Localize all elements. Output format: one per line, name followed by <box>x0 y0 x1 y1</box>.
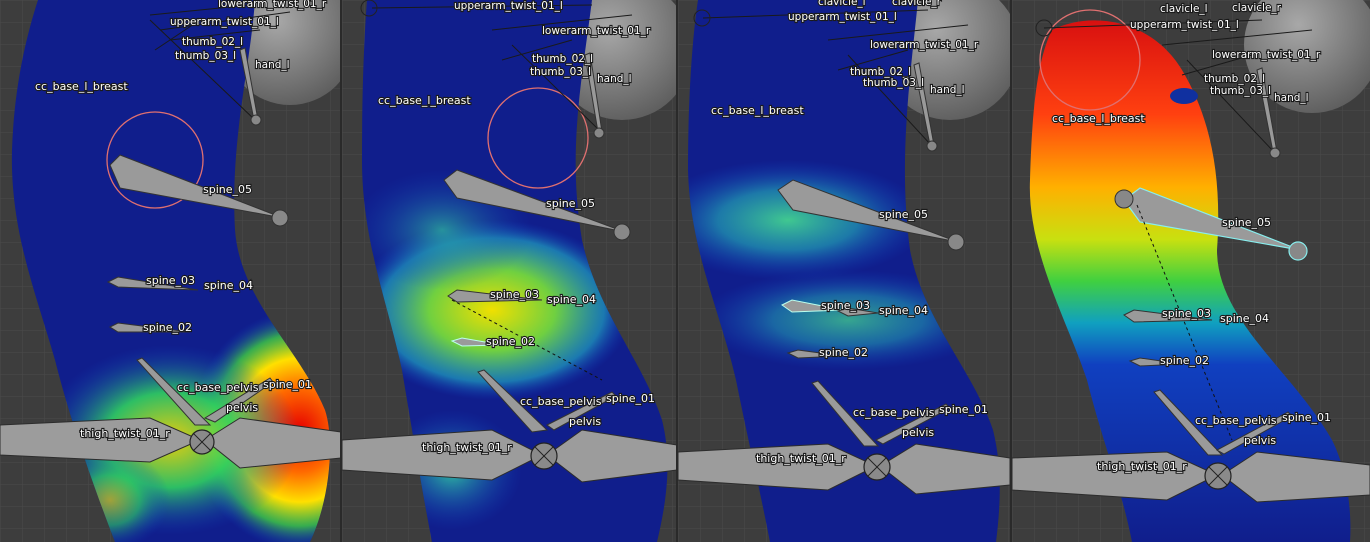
label-spine-05: spine_05 <box>879 208 928 221</box>
label-spine-03: spine_03 <box>1162 307 1211 320</box>
label-spine-05: spine_05 <box>203 183 252 196</box>
label-spine-02: spine_02 <box>486 335 535 348</box>
bone-joint <box>271 209 289 227</box>
label-hand-l: hand_l <box>597 73 632 85</box>
label-thumb-02: thumb_02_l <box>1204 73 1265 85</box>
label-lowerarm: lowerarm_twist_01_r <box>218 0 327 10</box>
label-lowerarm: lowerarm_twist_01_r <box>1212 49 1321 61</box>
label-thigh-twist-01-r: thigh_twist_01_r <box>756 452 846 465</box>
label-spine-03: spine_03 <box>490 288 539 301</box>
label-cc-base-pelvis: cc_base_pelvis <box>853 406 935 419</box>
label-thigh-twist-01-r: thigh_twist_01_r <box>1097 460 1187 473</box>
label-pelvis: pelvis <box>902 426 934 439</box>
label-spine-05: spine_05 <box>1222 216 1271 229</box>
label-spine-05: spine_05 <box>546 197 595 210</box>
label-clavicle-l: clavicle_l <box>818 0 866 8</box>
label-clavicle-l: clavicle_l <box>1160 3 1208 15</box>
label-spine-02: spine_02 <box>1160 354 1209 367</box>
label-cc-base-l-breast: cc_base_l_breast <box>378 94 471 107</box>
label-thumb-03: thumb_03_l <box>1210 85 1271 97</box>
label-cc-base-l-breast: cc_base_l_breast <box>35 80 128 93</box>
label-spine-04: spine_04 <box>1220 312 1269 325</box>
label-hand-l: hand_l <box>930 84 965 96</box>
label-spine-01: spine_01 <box>1282 411 1331 424</box>
label-thigh-twist-01-r: thigh_twist_01_r <box>80 427 170 440</box>
viewport-panel-3[interactable]: clavicle_l clavicle_r upperarm_twist_01_… <box>678 0 1010 542</box>
label-spine-04: spine_04 <box>204 279 253 292</box>
label-upperarm: upperarm_twist_01_l <box>1130 19 1239 31</box>
label-clavicle-r: clavicle_r <box>1232 2 1282 14</box>
label-hand-l: hand_l <box>255 59 290 71</box>
label-thumb-03: thumb_03_l <box>863 77 924 89</box>
label-thumb-03: thumb_03_l <box>175 50 236 62</box>
label-pelvis: pelvis <box>569 415 601 428</box>
label-upperarm: upperarm_twist_01_l <box>170 16 279 28</box>
label-lowerarm: lowerarm_twist_01_r <box>542 25 651 37</box>
viewport-panel-2[interactable]: upperarm_twist_01_l lowerarm_twist_01_r … <box>342 0 677 542</box>
label-upperarm: upperarm_twist_01_l <box>788 11 897 23</box>
label-pelvis: pelvis <box>226 401 258 414</box>
label-spine-02: spine_02 <box>819 346 868 359</box>
label-cc-base-pelvis: cc_base_pelvis <box>520 395 602 408</box>
label-spine-04: spine_04 <box>879 304 928 317</box>
label-thigh-twist-01-r: thigh_twist_01_r <box>422 441 512 454</box>
label-cc-base-pelvis: cc_base_pelvis <box>1195 414 1277 427</box>
label-spine-01: spine_01 <box>939 403 988 416</box>
label-cc-base-pelvis: cc_base_pelvis <box>177 381 259 394</box>
label-cc-base-l-breast: cc_base_l_breast <box>1052 112 1145 125</box>
label-lowerarm: lowerarm_twist_01_r <box>870 39 979 51</box>
label-spine-01: spine_01 <box>606 392 655 405</box>
label-hand-l: hand_l <box>1274 92 1309 104</box>
viewport-panel-4[interactable]: clavicle_l clavicle_r upperarm_twist_01_… <box>1012 0 1370 542</box>
label-spine-03: spine_03 <box>821 299 870 312</box>
label-spine-01: spine_01 <box>263 378 312 391</box>
label-upperarm: upperarm_twist_01_l <box>454 0 563 12</box>
label-spine-04: spine_04 <box>547 293 596 306</box>
label-thumb-03: thumb_03_l <box>530 66 591 78</box>
label-thumb-02: thumb_02_l <box>532 53 593 65</box>
label-spine-02: spine_02 <box>143 321 192 334</box>
label-clavicle-r: clavicle_r <box>892 0 942 8</box>
label-spine-03: spine_03 <box>146 274 195 287</box>
viewport-panel-1[interactable]: lowerarm_twist_01_r upperarm_twist_01_l … <box>0 0 341 542</box>
label-pelvis: pelvis <box>1244 434 1276 447</box>
label-thumb-02: thumb_02_l <box>182 36 243 48</box>
label-cc-base-l-breast: cc_base_l_breast <box>711 104 804 117</box>
